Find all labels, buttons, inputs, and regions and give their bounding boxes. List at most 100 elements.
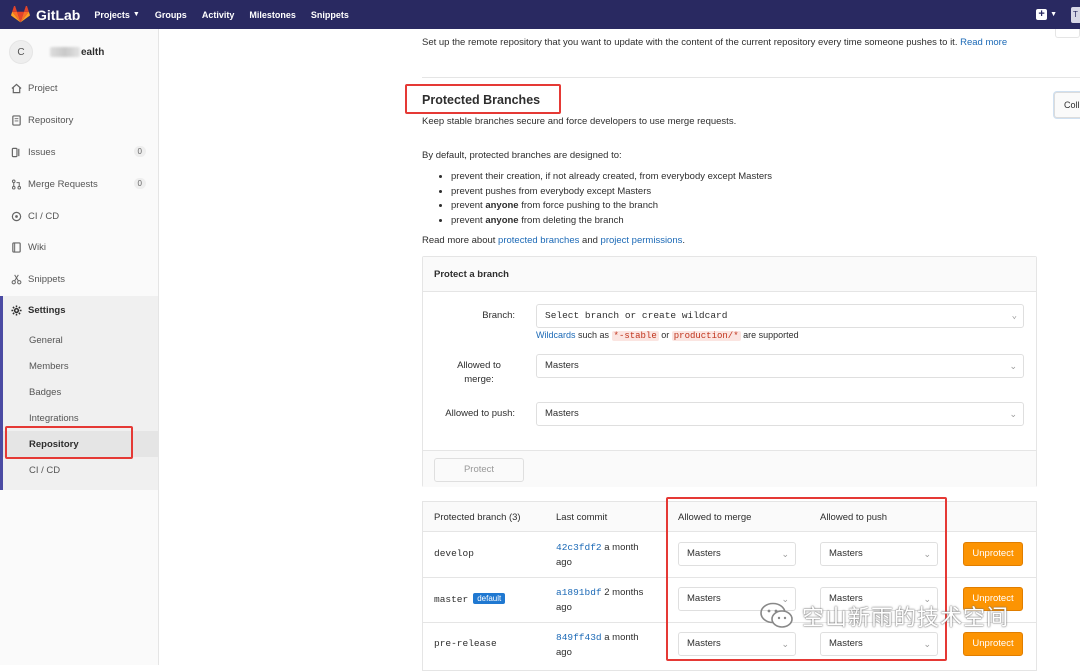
sidebar-item-merge-requests[interactable]: Merge Requests 0 [0, 174, 158, 194]
nav-projects[interactable]: Projects ▼ [94, 10, 139, 20]
read-more-suffix: . [682, 235, 686, 246]
commit-sha-link[interactable]: a1891bdf [556, 587, 602, 598]
allowed-to-merge-select[interactable]: Masters ⌄ [536, 354, 1024, 378]
user-avatar[interactable]: T [1071, 6, 1080, 23]
merge-icon [11, 179, 22, 190]
project-header[interactable]: C ealth [0, 29, 158, 75]
wechat-icon [760, 602, 793, 628]
nav-activity[interactable]: Activity [202, 10, 235, 20]
chevron-down-icon: ▼ [132, 11, 140, 18]
branch-select-placeholder: Select branch or create wildcard [545, 310, 728, 321]
push-label: Allowed to push: [445, 408, 515, 419]
highlight-box-permissions-columns [666, 497, 947, 661]
list-item: prevent anyone from force pushing to the… [451, 199, 772, 214]
nav-groups-label: Groups [154, 9, 187, 20]
commit-sha-link[interactable]: 42c3fdf2 [556, 542, 602, 553]
issues-icon [11, 147, 22, 158]
chevron-down-icon: ⌄ [1011, 311, 1017, 321]
read-more-link[interactable]: Read more [960, 37, 1007, 48]
protected-branches-link[interactable]: protected branches [498, 235, 579, 246]
commit-sha-link[interactable]: 849ff43d [556, 632, 602, 643]
nav-activity-label: Activity [201, 9, 235, 20]
sidebar-item-label: Snippets [28, 273, 65, 285]
sidebar-item-repository[interactable]: Repository [0, 110, 158, 130]
nav-snippets-label: Snippets [310, 9, 349, 20]
panel-footer: Protect [423, 450, 1036, 487]
project-sidebar: C ealth Project Repository Issues 0 Merg… [0, 29, 159, 665]
sidebar-item-ci-cd[interactable]: CI / CD [0, 206, 158, 226]
last-commit: 42c3fdf2 a month ago [556, 542, 639, 568]
wildcards-link[interactable]: Wildcards [536, 330, 576, 340]
highlight-box-section-title [405, 84, 561, 114]
col-last-commit: Last commit [556, 512, 608, 523]
gitlab-logo[interactable]: GitLab [11, 6, 80, 23]
highlight-box-sidebar-repository [5, 426, 133, 459]
merge-select-value: Masters [545, 360, 579, 371]
sidebar-item-label: Merge Requests [28, 178, 98, 190]
sidebar-item-issues[interactable]: Issues 0 [0, 142, 158, 162]
read-more-line: Read more about protected branches and p… [422, 235, 685, 246]
chevron-down-icon[interactable]: ▼ [1050, 11, 1057, 18]
section-subtitle: Keep stable branches secure and force de… [422, 116, 737, 127]
default-badge: default [473, 593, 506, 604]
col-branch: Protected branch (3) [434, 512, 521, 523]
settings-sub-ci-cd[interactable]: CI / CD [29, 465, 60, 476]
list-item: prevent their creation, if not already c… [451, 170, 772, 185]
merge-requests-count-badge: 0 [133, 178, 146, 189]
chevron-down-icon: ⌄ [1009, 361, 1017, 371]
project-name: ealth [50, 47, 104, 58]
unprotect-button[interactable]: Unprotect [963, 632, 1023, 656]
rocket-icon [11, 211, 22, 222]
list-item: prevent pushes from everybody except Mas… [451, 185, 772, 200]
last-commit: a1891bdf 2 months ago [556, 587, 644, 613]
project-permissions-link[interactable]: project permissions [601, 235, 683, 246]
home-icon [11, 83, 22, 94]
project-avatar: C [9, 40, 33, 64]
book-icon [11, 241, 22, 253]
settings-sub-general[interactable]: General [29, 335, 63, 346]
watermark-text: 空山新雨的技术空间 [802, 606, 1010, 631]
description-text: Set up the remote repository that you wa… [422, 37, 958, 48]
sidebar-item-snippets[interactable]: Snippets [0, 269, 158, 289]
plus-icon[interactable]: + [1036, 9, 1048, 20]
sidebar-item-label: Wiki [28, 241, 46, 253]
sidebar-settings-group: Settings General Members Badges Integrat… [0, 296, 158, 490]
unprotect-button[interactable]: Unprotect [963, 542, 1023, 566]
issues-count-badge: 0 [133, 146, 146, 157]
sidebar-item-project[interactable]: Project [0, 78, 158, 98]
sidebar-item-label: Issues [28, 146, 56, 158]
protect-button[interactable]: Protect [434, 458, 524, 482]
tanuki-logo-icon [11, 6, 30, 23]
sidebar-item-settings[interactable]: Settings [11, 305, 65, 316]
nav-milestones[interactable]: Milestones [249, 10, 296, 20]
branch-select[interactable]: Select branch or create wildcard ⌄ [536, 304, 1024, 328]
branch-name: develop [434, 548, 474, 559]
protect-branch-panel: Protect a branch Branch: Select branch o… [422, 256, 1037, 487]
expand-button-stub[interactable] [1055, 29, 1080, 38]
sidebar-item-label: CI / CD [28, 210, 60, 222]
settings-sub-members[interactable]: Members [29, 361, 69, 372]
merge-label: Allowed to merge: [457, 360, 501, 385]
code-snippet: production/* [671, 331, 741, 341]
branch-name: pre-release [434, 638, 497, 649]
sidebar-item-label: Repository [28, 114, 74, 126]
nav-snippets[interactable]: Snippets [311, 10, 349, 20]
nav-groups[interactable]: Groups [155, 10, 187, 20]
branch-label: Branch: [482, 310, 515, 321]
sidebar-item-label: Project [28, 82, 58, 94]
read-more-middle: and [579, 235, 601, 246]
read-more-prefix: Read more about [422, 235, 499, 246]
settings-sub-badges[interactable]: Badges [29, 387, 61, 398]
wildcard-help: Wildcards such as *-stable or production… [536, 330, 799, 341]
settings-sub-integrations[interactable]: Integrations [29, 413, 79, 424]
chevron-down-icon: ⌄ [1009, 409, 1017, 419]
branch-name: master default [434, 593, 506, 605]
allowed-to-push-select[interactable]: Masters ⌄ [536, 402, 1024, 426]
collapse-button[interactable]: Coll [1054, 92, 1080, 118]
default-rules-list: prevent their creation, if not already c… [451, 170, 772, 228]
push-mirror-description: Set up the remote repository that you wa… [422, 36, 1042, 50]
brand-name: GitLab [36, 6, 81, 23]
code-snippet: *-stable [611, 331, 659, 341]
top-navbar: GitLab Projects ▼ Groups Activity Milest… [0, 0, 1080, 29]
sidebar-item-wiki[interactable]: Wiki [0, 237, 158, 257]
